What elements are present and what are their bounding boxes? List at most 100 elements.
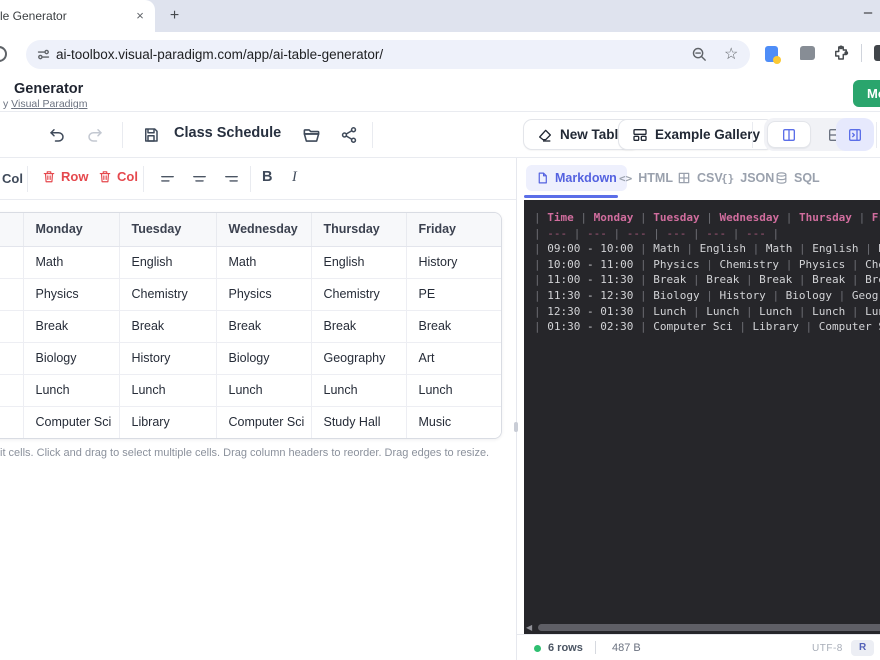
panel-resize-divider[interactable] bbox=[516, 158, 517, 660]
delete-col-button[interactable]: Col bbox=[98, 169, 138, 184]
site-settings-icon[interactable] bbox=[36, 47, 51, 62]
export-tab-label: Markdown bbox=[555, 171, 617, 185]
table-row[interactable]: 10:00 - 11:00PhysicsChemistryPhysicsChem… bbox=[0, 278, 502, 310]
page-title: Generator bbox=[14, 81, 83, 97]
table-cell[interactable]: Biology bbox=[23, 342, 119, 374]
reload-icon[interactable] bbox=[0, 46, 7, 62]
column-header[interactable]: Wednesday bbox=[216, 213, 311, 246]
table-row[interactable]: 12:30 - 01:30LunchLunchLunchLunchLunch bbox=[0, 374, 502, 406]
undo-icon[interactable] bbox=[46, 124, 68, 146]
table-cell[interactable]: 01:30 - 02:30 bbox=[0, 406, 23, 438]
table-cell[interactable]: Break bbox=[119, 310, 216, 342]
align-center-icon[interactable] bbox=[188, 168, 210, 190]
table-cell[interactable]: Physics bbox=[216, 278, 311, 310]
extensions-puzzle-icon[interactable] bbox=[832, 44, 850, 62]
document-title[interactable]: Class Schedule bbox=[174, 125, 281, 141]
table-cell[interactable]: Lunch bbox=[216, 374, 311, 406]
browser-tab-title: le Generator bbox=[0, 9, 67, 23]
table-cell[interactable]: Chemistry bbox=[119, 278, 216, 310]
trash-icon bbox=[42, 169, 56, 184]
table-cell[interactable]: 11:30 - 12:30 bbox=[0, 342, 23, 374]
table-cell[interactable]: Math bbox=[23, 246, 119, 278]
more-tools-button[interactable]: More bbox=[853, 80, 880, 107]
table-row[interactable]: 09:00 - 10:00MathEnglishMathEnglishHisto… bbox=[0, 246, 502, 278]
column-header[interactable]: Tuesday bbox=[119, 213, 216, 246]
zoom-out-icon[interactable] bbox=[691, 46, 708, 63]
table-cell[interactable]: Lunch bbox=[406, 374, 502, 406]
table-cell[interactable]: History bbox=[119, 342, 216, 374]
table-cell[interactable]: English bbox=[119, 246, 216, 278]
table-cell[interactable]: Geography bbox=[311, 342, 406, 374]
table-cell[interactable]: Lunch bbox=[119, 374, 216, 406]
table-row[interactable]: 11:00 - 11:30BreakBreakBreakBreakBreak bbox=[0, 310, 502, 342]
split-vertical-button[interactable] bbox=[767, 121, 811, 148]
bookmark-star-icon[interactable]: ☆ bbox=[724, 44, 738, 64]
table-cell[interactable]: Lunch bbox=[23, 374, 119, 406]
table-cell[interactable]: Computer Sci bbox=[216, 406, 311, 438]
share-icon[interactable] bbox=[338, 124, 360, 146]
table-cell[interactable]: Break bbox=[406, 310, 502, 342]
panel-resize-handle[interactable] bbox=[514, 422, 518, 432]
table-cell[interactable]: Music bbox=[406, 406, 502, 438]
code-preview-panel: | Time | Monday | Tuesday | Wednesday | … bbox=[524, 200, 880, 622]
code-horizontal-scrollbar[interactable]: ◀ bbox=[524, 622, 880, 634]
browser-sidepanel-icon[interactable] bbox=[800, 46, 815, 60]
table-cell[interactable]: 12:30 - 01:30 bbox=[0, 374, 23, 406]
table-cell[interactable]: Biology bbox=[216, 342, 311, 374]
table-cell[interactable]: PE bbox=[406, 278, 502, 310]
add-col-button[interactable]: Col bbox=[2, 171, 23, 186]
table-cell[interactable]: Physics bbox=[23, 278, 119, 310]
address-bar[interactable]: ai-toolbox.visual-paradigm.com/app/ai-ta… bbox=[26, 40, 750, 69]
table-cell[interactable]: Break bbox=[216, 310, 311, 342]
redo-icon[interactable] bbox=[84, 124, 106, 146]
markdown-code[interactable]: | Time | Monday | Tuesday | Wednesday | … bbox=[534, 210, 880, 335]
document-toolbar: Class Schedule New Table Example Gallery bbox=[0, 112, 880, 158]
column-header[interactable]: Monday bbox=[23, 213, 119, 246]
new-tab-icon[interactable]: + bbox=[166, 8, 183, 25]
align-right-icon[interactable] bbox=[220, 168, 242, 190]
schedule-table[interactable]: MondayTuesdayWednesdayThursdayFriday 09:… bbox=[0, 213, 502, 438]
table-cell[interactable]: 11:00 - 11:30 bbox=[0, 310, 23, 342]
table-header-row[interactable]: MondayTuesdayWednesdayThursdayFriday bbox=[0, 213, 502, 246]
status-dot-icon bbox=[534, 645, 541, 652]
delete-row-button[interactable]: Row bbox=[42, 169, 88, 184]
table-cell[interactable]: Chemistry bbox=[311, 278, 406, 310]
table-cell[interactable]: Math bbox=[216, 246, 311, 278]
table-cell[interactable]: Lunch bbox=[311, 374, 406, 406]
table-cell[interactable]: Computer Sci bbox=[23, 406, 119, 438]
save-icon[interactable] bbox=[140, 124, 162, 146]
database-icon bbox=[775, 171, 788, 185]
table-cell[interactable]: Library bbox=[119, 406, 216, 438]
scrollbar-thumb[interactable] bbox=[538, 624, 880, 631]
status-divider bbox=[595, 641, 596, 654]
scroll-left-icon[interactable]: ◀ bbox=[526, 623, 532, 632]
url-text[interactable]: ai-toolbox.visual-paradigm.com/app/ai-ta… bbox=[56, 47, 383, 62]
browser-profile-icon[interactable] bbox=[765, 46, 778, 62]
align-left-icon[interactable] bbox=[156, 168, 178, 190]
column-header[interactable]: Thursday bbox=[311, 213, 406, 246]
table-cell[interactable]: English bbox=[311, 246, 406, 278]
table-cell[interactable]: 10:00 - 11:00 bbox=[0, 278, 23, 310]
export-tab-sql[interactable]: SQL bbox=[765, 165, 830, 191]
table-row[interactable]: 01:30 - 02:30Computer SciLibraryComputer… bbox=[0, 406, 502, 438]
toggle-right-panel-button[interactable] bbox=[836, 118, 874, 151]
schedule-table-card: MondayTuesdayWednesdayThursdayFriday 09:… bbox=[0, 212, 502, 439]
table-cell[interactable]: 09:00 - 10:00 bbox=[0, 246, 23, 278]
example-gallery-button[interactable]: Example Gallery bbox=[618, 119, 774, 150]
tab-close-icon[interactable]: × bbox=[132, 8, 148, 24]
table-cell[interactable]: Break bbox=[23, 310, 119, 342]
window-minimize-icon[interactable]: – bbox=[858, 4, 878, 24]
bold-button[interactable]: B bbox=[262, 169, 272, 185]
table-cell[interactable]: Break bbox=[311, 310, 406, 342]
italic-button[interactable]: I bbox=[292, 169, 297, 186]
open-folder-icon[interactable] bbox=[300, 124, 322, 146]
table-cell[interactable]: Art bbox=[406, 342, 502, 374]
table-cell[interactable]: Study Hall bbox=[311, 406, 406, 438]
column-header[interactable] bbox=[0, 213, 23, 246]
browser-menu-partial-icon[interactable] bbox=[874, 45, 880, 61]
table-cell[interactable]: History bbox=[406, 246, 502, 278]
column-header[interactable]: Friday bbox=[406, 213, 502, 246]
browser-tab-active[interactable]: le Generator × bbox=[0, 0, 155, 32]
table-row[interactable]: 11:30 - 12:30BiologyHistoryBiologyGeogra… bbox=[0, 342, 502, 374]
byline-link[interactable]: Visual Paradigm bbox=[11, 98, 87, 110]
